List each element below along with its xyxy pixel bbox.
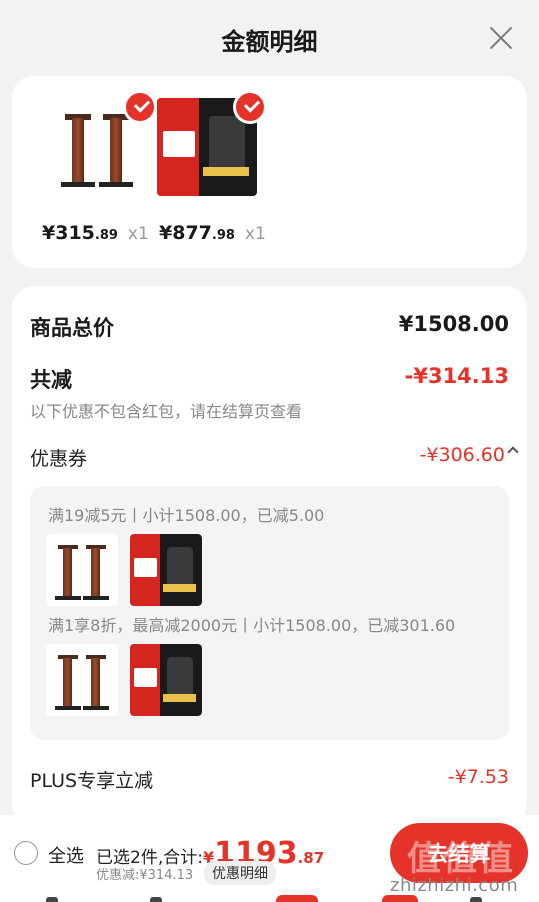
product-thumbnail-speaker-stands[interactable] [47,90,157,196]
tab-icon[interactable] [150,897,162,902]
bottom-tab-strip [0,895,539,902]
header: 金额明细 [0,0,539,76]
selected-check-icon [123,90,157,124]
checkout-bar: 全选 已选2件,合计:¥1193.87 优惠减:¥314.13 优惠明细 去结算… [0,815,539,902]
coupon-value: -¥306.60 [419,444,505,466]
coupon-product-promo [130,644,202,716]
coupon-line: 满1享8折，最高减2000元丨小计1508.00，已减301.60 [48,616,456,635]
product-qty: x1 [127,224,149,244]
discount-note: 以下优惠不包含红包，请在结算页查看 [30,402,303,421]
selected-check-icon [233,90,267,124]
product-thumbnail-promo[interactable] [157,90,267,196]
total-discount-row: 共减 -¥314.13 [30,364,509,394]
total-price-row: 商品总价 ¥1508.00 [30,312,509,342]
select-all-label[interactable]: 全选 [48,842,84,868]
coupon-product-speaker-stands [46,644,118,716]
tab-badge [276,895,318,902]
close-icon[interactable] [485,22,517,54]
discount-summary: 优惠减:¥314.13 [96,868,194,883]
watermark-logo: 值值值 [407,839,515,879]
total-discount-label: 共减 [30,368,72,392]
product-price: ¥877.98 x1 [159,222,266,244]
product-price: ¥315.89 x1 [42,222,149,244]
coupon-label: 优惠券 [30,448,88,470]
coupon-line: 满19减5元丨小计1508.00，已减5.00 [48,506,325,525]
total-discount-value: -¥314.13 [404,364,509,388]
plus-discount-label: PLUS专享立减 [30,770,154,792]
tab-icon[interactable] [46,897,58,902]
coupon-product-promo [130,534,202,606]
coupon-row[interactable]: 优惠券 -¥306.60 [30,444,519,470]
plus-discount-row: PLUS专享立减 -¥7.53 [30,766,509,794]
page-title: 金额明细 [221,28,318,56]
watermark-text: zhizhizhi.com [390,875,519,896]
amount-detail-card: 商品总价 ¥1508.00 共减 -¥314.13 以下优惠不包含红包，请在结算… [12,286,527,826]
tab-icon[interactable] [470,897,482,902]
select-all-radio[interactable] [14,841,38,865]
discount-detail-button[interactable]: 优惠明细 [204,861,276,885]
chevron-up-icon[interactable] [507,446,519,458]
coupon-product-speaker-stands [46,534,118,606]
tab-badge [382,895,418,902]
product-card: ¥315.89 x1 ¥877.98 x1 [12,76,527,268]
product-qty: x1 [244,224,266,244]
total-price-value: ¥1508.00 [398,312,509,336]
coupon-details: 满19减5元丨小计1508.00，已减5.00 满1享8折，最高减2000元丨小… [30,486,509,740]
total-price-label: 商品总价 [30,316,114,340]
plus-discount-value: -¥7.53 [447,766,509,788]
